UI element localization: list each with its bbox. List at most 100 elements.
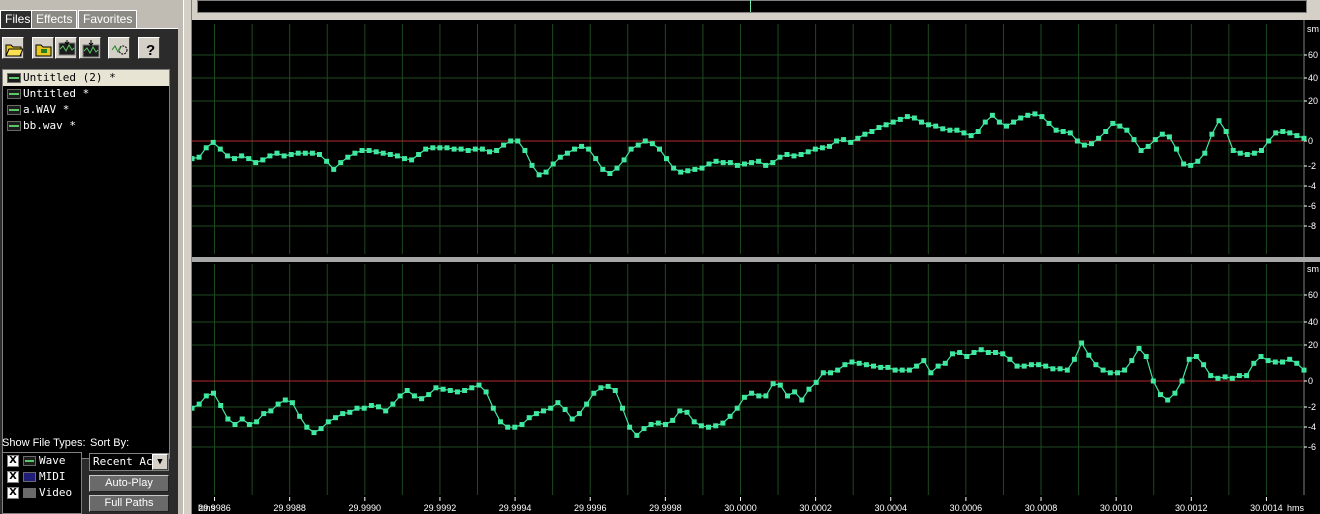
sample-point[interactable] (211, 390, 216, 396)
sample-point[interactable] (919, 119, 924, 125)
sample-point[interactable] (1287, 356, 1293, 362)
sample-point[interactable] (1272, 359, 1278, 365)
sample-point[interactable] (964, 354, 970, 359)
sample-point[interactable] (402, 156, 407, 162)
sample-point[interactable] (318, 426, 324, 432)
sample-point[interactable] (217, 146, 223, 152)
sample-point[interactable] (1181, 161, 1187, 167)
sample-point[interactable] (423, 146, 429, 152)
sample-point[interactable] (288, 152, 294, 157)
sample-point[interactable] (982, 119, 988, 125)
sample-point[interactable] (458, 146, 464, 152)
sample-point[interactable] (416, 152, 422, 157)
sample-point[interactable] (317, 152, 322, 157)
sample-point[interactable] (289, 400, 295, 406)
sample-point[interactable] (1079, 340, 1085, 346)
sample-point[interactable] (569, 416, 575, 422)
sample-point[interactable] (975, 129, 981, 134)
sample-point[interactable] (899, 367, 905, 373)
import-file-button[interactable] (32, 37, 54, 59)
sample-point[interactable] (1050, 366, 1056, 372)
sample-point[interactable] (529, 162, 535, 168)
sample-point[interactable] (777, 154, 783, 160)
waveform-chart[interactable]: sm6040200-2-4-6-8sm6040200-2-4-6hms hms29… (192, 20, 1320, 514)
sample-point[interactable] (1209, 131, 1215, 137)
sample-point[interactable] (359, 148, 365, 153)
sample-point[interactable] (430, 145, 436, 151)
sample-point[interactable] (361, 405, 367, 411)
sample-point[interactable] (253, 160, 259, 166)
sample-point[interactable] (1074, 138, 1080, 144)
sample-point[interactable] (827, 143, 832, 149)
sample-point[interactable] (1093, 362, 1099, 368)
sample-point[interactable] (664, 156, 669, 162)
sample-point[interactable] (968, 133, 974, 139)
sample-point[interactable] (1004, 123, 1009, 129)
video-checkbox[interactable]: X (7, 487, 19, 499)
sample-point[interactable] (863, 362, 869, 368)
sample-point[interactable] (1124, 127, 1130, 133)
sample-point[interactable] (444, 145, 450, 151)
sample-point[interactable] (437, 145, 443, 151)
sample-point[interactable] (512, 424, 518, 430)
sample-point[interactable] (756, 158, 762, 164)
sample-point[interactable] (699, 165, 705, 171)
sample-point[interactable] (1110, 120, 1116, 126)
sample-point[interactable] (734, 405, 740, 411)
sample-point[interactable] (1294, 360, 1300, 366)
sample-point[interactable] (246, 422, 252, 427)
sample-point[interactable] (1028, 362, 1034, 368)
sample-point[interactable] (218, 403, 224, 408)
sample-point[interactable] (677, 408, 683, 414)
sample-point[interactable] (883, 122, 889, 128)
close-file-button[interactable] (55, 37, 77, 59)
sample-point[interactable] (1115, 370, 1120, 376)
sample-point[interactable] (971, 350, 977, 355)
sample-point[interactable] (1259, 148, 1264, 153)
sample-point[interactable] (1287, 130, 1293, 136)
sample-point[interactable] (749, 390, 755, 396)
sample-point[interactable] (311, 430, 317, 436)
sample-point[interactable] (634, 432, 640, 438)
sample-point[interactable] (1159, 131, 1165, 137)
sample-point[interactable] (1174, 146, 1179, 152)
sample-point[interactable] (620, 405, 625, 411)
sample-point[interactable] (225, 416, 231, 422)
sample-point[interactable] (1011, 119, 1017, 125)
sample-point[interactable] (557, 154, 563, 160)
sample-point[interactable] (890, 119, 896, 125)
sample-point[interactable] (1150, 378, 1156, 384)
sample-point[interactable] (1179, 378, 1185, 384)
file-item-a-wav[interactable]: a.WAV * (3, 102, 169, 118)
sample-point[interactable] (338, 160, 344, 166)
sample-point[interactable] (203, 145, 209, 151)
sample-point[interactable] (1244, 373, 1250, 379)
sample-point[interactable] (1280, 359, 1285, 365)
sample-point[interactable] (426, 392, 432, 398)
sample-point[interactable] (648, 422, 654, 427)
sample-point[interactable] (1215, 375, 1221, 381)
sample-point[interactable] (856, 360, 862, 366)
sample-point[interactable] (791, 153, 797, 159)
sample-point[interactable] (465, 148, 471, 153)
sample-point[interactable] (584, 401, 590, 407)
sample-point[interactable] (196, 154, 202, 160)
wave-checkbox[interactable]: X (7, 455, 19, 467)
sample-point[interactable] (1122, 367, 1128, 373)
sample-point[interactable] (519, 422, 525, 427)
sample-point[interactable] (533, 411, 539, 417)
sample-point[interactable] (1103, 129, 1109, 134)
sample-point[interactable] (333, 415, 338, 421)
sample-point[interactable] (928, 370, 934, 376)
sample-point[interactable] (706, 161, 712, 167)
sample-point[interactable] (1036, 362, 1042, 368)
sample-point[interactable] (770, 381, 776, 387)
sample-point[interactable] (670, 417, 676, 423)
sample-point[interactable] (942, 360, 948, 366)
sample-point[interactable] (295, 150, 301, 156)
sample-point[interactable] (1096, 135, 1102, 141)
chevron-down-icon[interactable]: ▼ (152, 454, 168, 470)
sample-point[interactable] (1216, 118, 1222, 124)
sample-point[interactable] (806, 386, 812, 392)
sample-point[interactable] (373, 149, 379, 155)
